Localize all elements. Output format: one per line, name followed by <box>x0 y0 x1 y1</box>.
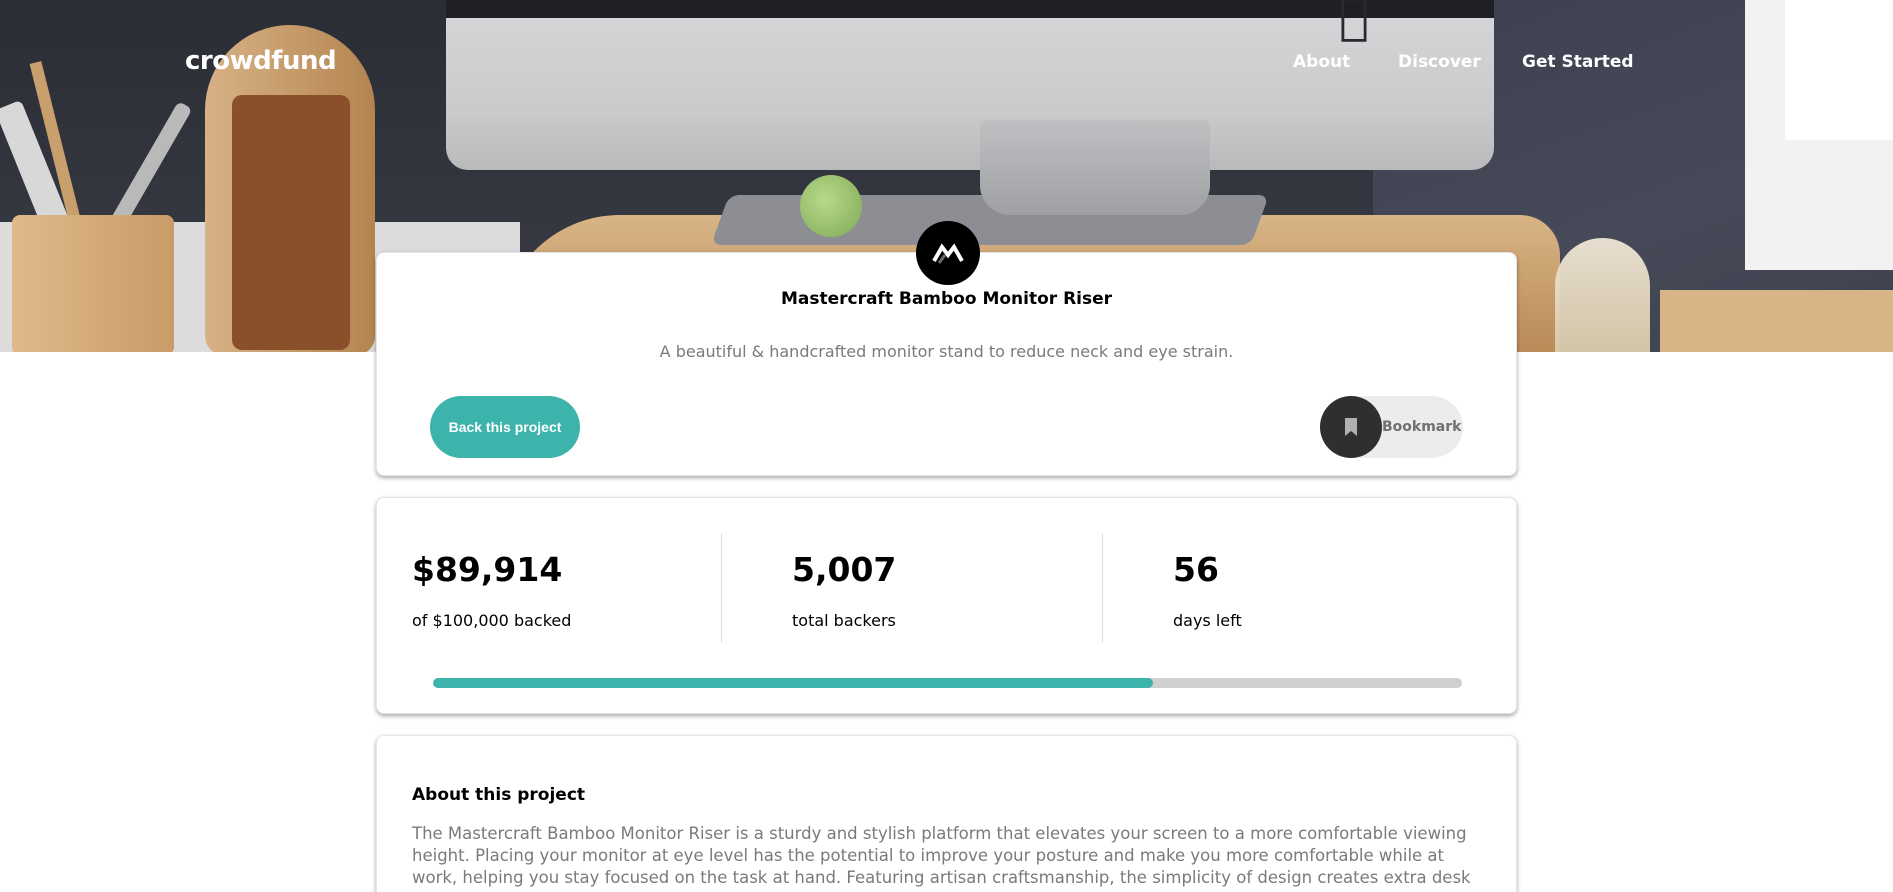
site-logo[interactable]: crowdfund <box>185 46 337 76</box>
stat-backers-label: total backers <box>792 611 896 630</box>
back-project-button[interactable]: Back this project <box>430 396 580 458</box>
about-body: The Mastercraft Bamboo Monitor Riser is … <box>412 824 1471 892</box>
stat-backed-value: $89,914 <box>412 550 563 589</box>
about-heading: About this project <box>412 785 586 805</box>
bookmark-button[interactable]: Bookmark <box>1320 396 1463 458</box>
stat-backed: $89,914 of $100,000 backed <box>412 550 571 630</box>
funding-progress-fill <box>433 678 1154 688</box>
stat-backers: 5,007 total backers <box>792 550 896 630</box>
nav-discover[interactable]: Discover <box>1398 52 1481 72</box>
hero-desk-right <box>1660 290 1893 352</box>
stat-backers-value: 5,007 <box>792 550 897 589</box>
stat-days: 56 days left <box>1173 550 1242 630</box>
hero-monitor:  <box>446 0 1494 170</box>
hero-speaker-grill <box>232 95 350 350</box>
funding-progress-bar <box>433 678 1462 688</box>
stat-days-label: days left <box>1173 611 1242 630</box>
mastercraft-logo-icon <box>916 221 980 285</box>
hero-apple-logo:  <box>1334 0 1374 42</box>
stat-days-value: 56 <box>1173 550 1219 589</box>
project-stats-card: $89,914 of $100,000 backed 5,007 total b… <box>376 497 1517 714</box>
hero-monitor-stand <box>980 120 1210 215</box>
stat-divider <box>1102 533 1103 643</box>
bookmark-icon <box>1320 396 1382 458</box>
hero-pen-cup <box>12 215 174 352</box>
nav-about[interactable]: About <box>1293 52 1350 72</box>
hero-figurine <box>800 175 862 237</box>
nav-get-started[interactable]: Get Started <box>1522 52 1634 72</box>
hero-bulb <box>1555 238 1650 352</box>
hero-window <box>1745 0 1893 270</box>
project-title: Mastercraft Bamboo Monitor Riser <box>780 289 1113 309</box>
stat-backed-label: of $100,000 backed <box>412 611 572 630</box>
stat-divider <box>721 533 722 643</box>
bookmark-label: Bookmark <box>1382 419 1462 435</box>
about-project-card: About this project The Mastercraft Bambo… <box>376 735 1517 892</box>
project-intro-card: Mastercraft Bamboo Monitor Riser A beaut… <box>376 221 1517 476</box>
project-subtitle: A beautiful & handcrafted monitor stand … <box>659 342 1234 361</box>
